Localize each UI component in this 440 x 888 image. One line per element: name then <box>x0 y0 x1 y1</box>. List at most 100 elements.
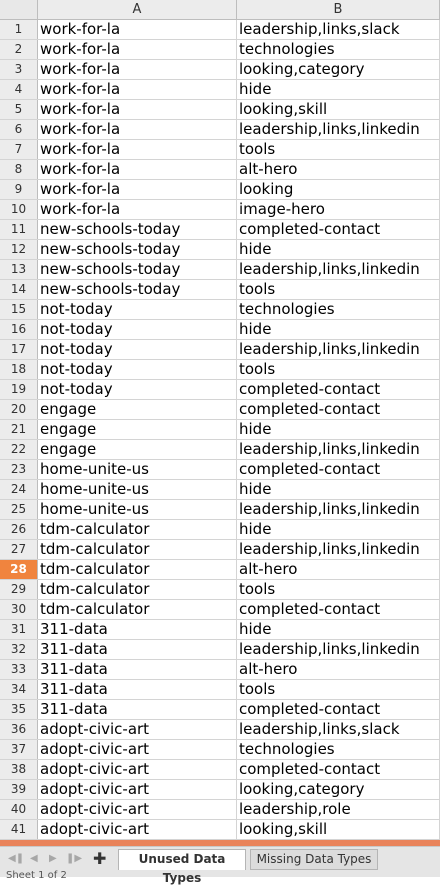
row-header[interactable]: 7 <box>0 140 38 159</box>
row-header[interactable]: 35 <box>0 700 38 719</box>
cell-b[interactable]: hide <box>237 520 440 539</box>
first-sheet-icon[interactable]: ◀❚ <box>8 853 24 865</box>
row-header[interactable]: 3 <box>0 60 38 79</box>
column-header-b[interactable]: B <box>237 0 440 19</box>
cell-a[interactable]: work-for-la <box>38 60 237 79</box>
cell-a[interactable]: work-for-la <box>38 100 237 119</box>
cell-b[interactable]: leadership,links,linkedin <box>237 500 440 519</box>
cell-a[interactable]: adopt-civic-art <box>38 780 237 799</box>
cell-a[interactable]: tdm-calculator <box>38 560 237 579</box>
cell-b[interactable]: looking,skill <box>237 100 440 119</box>
cell-a[interactable]: work-for-la <box>38 160 237 179</box>
cell-a[interactable]: engage <box>38 440 237 459</box>
cell-a[interactable]: adopt-civic-art <box>38 820 237 839</box>
cell-a[interactable]: not-today <box>38 380 237 399</box>
cell-b[interactable]: alt-hero <box>237 660 440 679</box>
cell-b[interactable]: hide <box>237 480 440 499</box>
row-header[interactable]: 25 <box>0 500 38 519</box>
cell-b[interactable]: looking,category <box>237 60 440 79</box>
spreadsheet-grid[interactable]: A B 1 work-for-la leadership,links,slack 2 w… <box>0 0 440 840</box>
cell-b[interactable]: tools <box>237 280 440 299</box>
cell-a[interactable]: tdm-calculator <box>38 520 237 539</box>
row-header[interactable]: 38 <box>0 760 38 779</box>
row-header[interactable]: 12 <box>0 240 38 259</box>
cell-a[interactable]: new-schools-today <box>38 240 237 259</box>
cell-b[interactable]: tools <box>237 140 440 159</box>
cell-a[interactable]: not-today <box>38 340 237 359</box>
cell-a[interactable]: engage <box>38 400 237 419</box>
cell-a[interactable]: adopt-civic-art <box>38 800 237 819</box>
cell-b[interactable]: hide <box>237 620 440 639</box>
cell-b[interactable]: tools <box>237 680 440 699</box>
row-header[interactable]: 40 <box>0 800 38 819</box>
cell-b[interactable]: technologies <box>237 40 440 59</box>
cell-b[interactable]: alt-hero <box>237 560 440 579</box>
row-header[interactable]: 5 <box>0 100 38 119</box>
row-header[interactable]: 22 <box>0 440 38 459</box>
cell-b[interactable]: looking,category <box>237 780 440 799</box>
row-header[interactable]: 30 <box>0 600 38 619</box>
cell-a[interactable]: work-for-la <box>38 40 237 59</box>
add-sheet-icon[interactable]: ✚ <box>93 850 106 868</box>
cell-b[interactable]: leadership,links,linkedin <box>237 120 440 139</box>
cell-b[interactable]: leadership,role <box>237 800 440 819</box>
cell-b[interactable]: completed-contact <box>237 460 440 479</box>
row-header[interactable]: 14 <box>0 280 38 299</box>
row-header[interactable]: 16 <box>0 320 38 339</box>
cell-a[interactable]: new-schools-today <box>38 280 237 299</box>
row-header[interactable]: 19 <box>0 380 38 399</box>
row-header[interactable]: 28 <box>0 560 38 579</box>
cell-a[interactable]: not-today <box>38 360 237 379</box>
cell-b[interactable]: alt-hero <box>237 160 440 179</box>
row-header[interactable]: 24 <box>0 480 38 499</box>
cell-b[interactable]: looking <box>237 180 440 199</box>
row-header[interactable]: 18 <box>0 360 38 379</box>
cell-a[interactable]: home-unite-us <box>38 460 237 479</box>
cell-a[interactable]: adopt-civic-art <box>38 720 237 739</box>
cell-b[interactable]: leadership,links,slack <box>237 20 440 39</box>
next-sheet-icon[interactable]: ▶ <box>49 853 57 865</box>
cell-b[interactable]: completed-contact <box>237 220 440 239</box>
row-header[interactable]: 15 <box>0 300 38 319</box>
cell-b[interactable]: completed-contact <box>237 380 440 399</box>
row-header[interactable]: 23 <box>0 460 38 479</box>
tab-missing-data-types[interactable]: Missing Data Types <box>250 849 378 870</box>
row-header[interactable]: 36 <box>0 720 38 739</box>
row-header[interactable]: 20 <box>0 400 38 419</box>
tab-unused-data-types[interactable]: Unused Data Types <box>118 849 246 885</box>
column-header-a[interactable]: A <box>38 0 237 19</box>
cell-b[interactable]: tools <box>237 580 440 599</box>
row-header[interactable]: 41 <box>0 820 38 839</box>
select-all-corner[interactable] <box>0 0 38 19</box>
cell-a[interactable]: work-for-la <box>38 200 237 219</box>
row-header[interactable]: 32 <box>0 640 38 659</box>
cell-a[interactable]: not-today <box>38 320 237 339</box>
cell-a[interactable]: tdm-calculator <box>38 580 237 599</box>
row-header[interactable]: 21 <box>0 420 38 439</box>
cell-a[interactable]: not-today <box>38 300 237 319</box>
cell-b[interactable]: leadership,links,linkedin <box>237 340 440 359</box>
cell-b[interactable]: tools <box>237 360 440 379</box>
cell-a[interactable]: tdm-calculator <box>38 600 237 619</box>
cell-b[interactable]: hide <box>237 80 440 99</box>
cell-a[interactable]: new-schools-today <box>38 220 237 239</box>
cell-a[interactable]: home-unite-us <box>38 480 237 499</box>
row-header[interactable]: 6 <box>0 120 38 139</box>
cell-b[interactable]: leadership,links,slack <box>237 720 440 739</box>
cell-b[interactable]: hide <box>237 420 440 439</box>
row-header[interactable]: 2 <box>0 40 38 59</box>
cell-a[interactable]: work-for-la <box>38 140 237 159</box>
cell-b[interactable]: completed-contact <box>237 760 440 779</box>
row-header[interactable]: 17 <box>0 340 38 359</box>
cell-b[interactable]: leadership,links,linkedin <box>237 260 440 279</box>
cell-b[interactable]: technologies <box>237 300 440 319</box>
row-header[interactable]: 11 <box>0 220 38 239</box>
row-header[interactable]: 13 <box>0 260 38 279</box>
cell-b[interactable]: image-hero <box>237 200 440 219</box>
cell-b[interactable]: hide <box>237 320 440 339</box>
row-header[interactable]: 10 <box>0 200 38 219</box>
prev-sheet-icon[interactable]: ◀ <box>30 853 38 865</box>
cell-a[interactable]: 311-data <box>38 640 237 659</box>
row-header[interactable]: 37 <box>0 740 38 759</box>
cell-a[interactable]: 311-data <box>38 680 237 699</box>
